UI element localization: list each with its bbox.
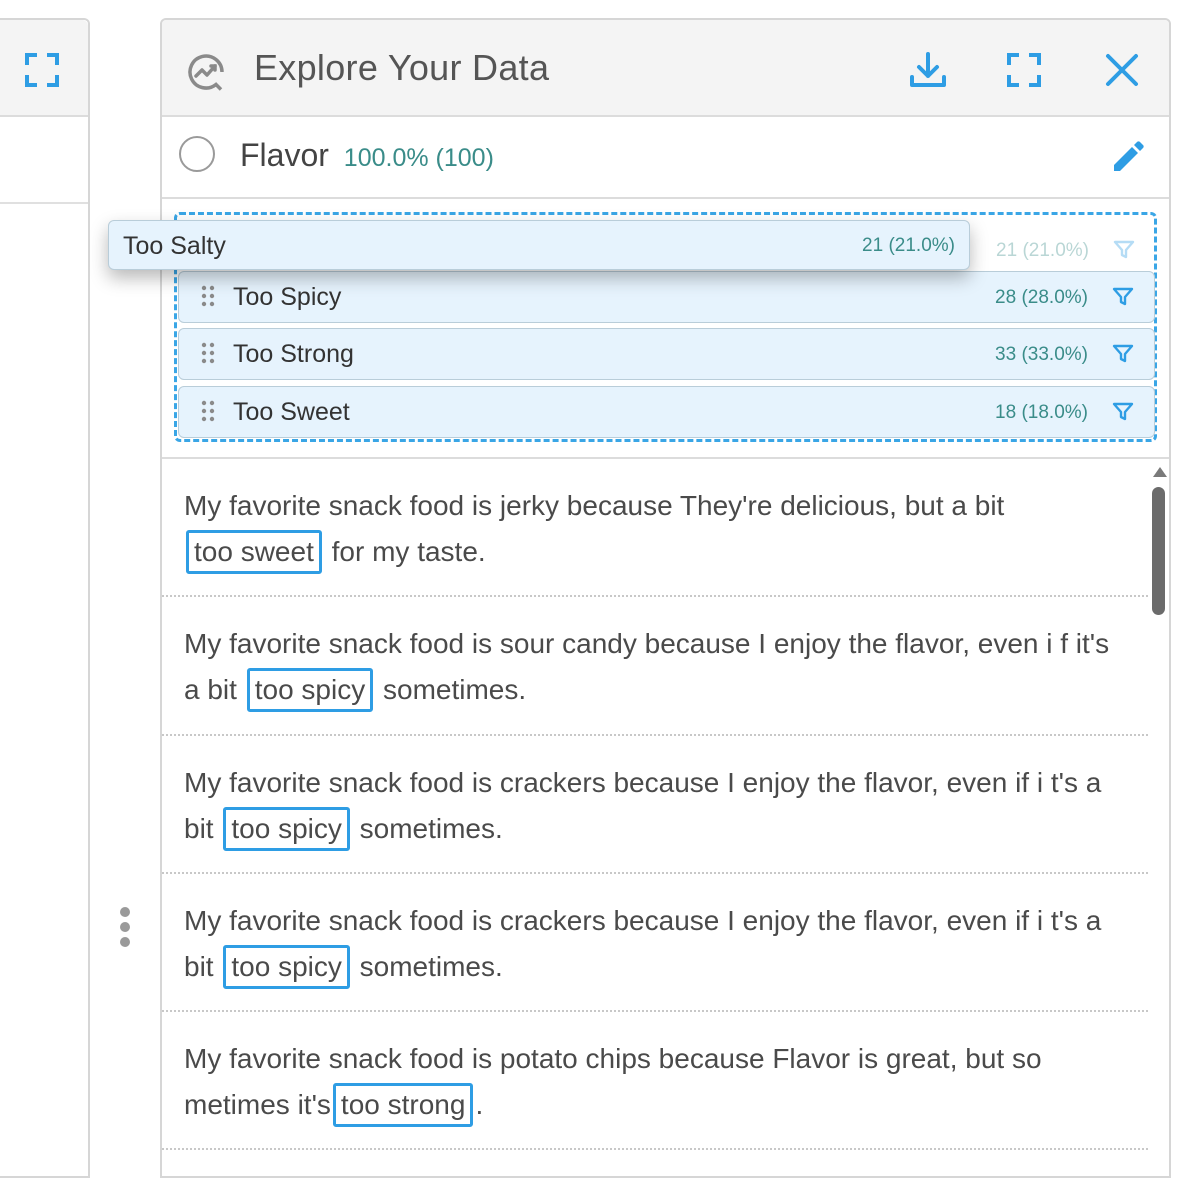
scroll-up-icon[interactable]	[1152, 465, 1168, 477]
response-item: My favorite snack food is jerky because …	[162, 459, 1148, 597]
response-item: My favorite snack food is potato chips b…	[162, 1012, 1148, 1150]
panel-resize-handle-icon[interactable]	[112, 905, 138, 951]
category-label: Too Spicy	[233, 283, 342, 311]
category-item[interactable]: Too Spicy 28 (28.0%)	[178, 271, 1155, 323]
close-icon[interactable]	[1100, 48, 1144, 92]
explore-data-panel: Explore Your Data Flavor 100.0% (100) 21…	[160, 18, 1171, 1178]
category-label: Too Strong	[233, 340, 354, 368]
filter-icon[interactable]	[1112, 286, 1134, 308]
response-text: sometimes.	[359, 813, 503, 844]
response-text: sometimes.	[383, 674, 527, 705]
filter-icon[interactable]	[1113, 239, 1135, 261]
category-label: Too Sweet	[233, 398, 350, 426]
category-label: Too Salty	[123, 232, 226, 260]
field-row: Flavor 100.0% (100)	[162, 117, 1169, 199]
response-highlight[interactable]: too spicy	[223, 807, 350, 851]
response-highlight[interactable]: too strong	[332, 1083, 474, 1127]
category-item[interactable]: Too Strong 33 (33.0%)	[178, 328, 1155, 380]
drag-handle-icon[interactable]	[201, 285, 215, 307]
field-percent-value: 100.0%	[343, 144, 429, 172]
response-text: My favorite snack food is jerky because …	[184, 490, 1005, 521]
category-count: 21 (21.0%)	[996, 240, 1089, 261]
field-percent: 100.0% (100)	[344, 144, 494, 172]
scrollbar-thumb[interactable]	[1152, 487, 1165, 615]
drag-handle-icon[interactable]	[201, 400, 215, 422]
response-item: My favorite snack food is crackers becau…	[162, 736, 1148, 874]
filter-icon[interactable]	[1112, 343, 1134, 365]
category-count: 28 (28.0%)	[995, 287, 1088, 308]
category-item[interactable]: Too Sweet 18 (18.0%)	[178, 386, 1155, 438]
response-list: My favorite snack food is jerky because …	[162, 459, 1169, 1176]
fullscreen-icon[interactable]	[1002, 48, 1046, 92]
fullscreen-icon[interactable]	[22, 50, 62, 90]
response-highlight[interactable]: too sweet	[186, 530, 322, 574]
chart-search-icon	[184, 50, 228, 94]
response-item: My favorite snack food is sour candy bec…	[162, 597, 1148, 736]
left-panel-header	[0, 20, 88, 117]
field-count-value: (100)	[435, 144, 494, 172]
response-highlight[interactable]: too spicy	[246, 668, 374, 712]
response-highlight[interactable]: too spicy	[223, 945, 350, 989]
panel-header: Explore Your Data	[162, 20, 1169, 117]
response-text: My favorite snack food is potato chips b…	[184, 1043, 1042, 1120]
dragging-category-item[interactable]: Too Salty 21 (21.0%)	[108, 220, 970, 270]
filter-icon[interactable]	[1112, 401, 1134, 423]
category-count: 21 (21.0%)	[862, 235, 955, 256]
pencil-icon[interactable]	[1108, 137, 1148, 177]
field-name: Flavor 100.0% (100)	[240, 137, 494, 174]
category-count: 33 (33.0%)	[995, 344, 1088, 365]
category-count: 18 (18.0%)	[995, 402, 1088, 423]
left-panel	[0, 18, 90, 1178]
response-text: .	[475, 1089, 484, 1120]
download-icon[interactable]	[906, 48, 950, 92]
response-item: My favorite snack food is crackers becau…	[162, 874, 1148, 1012]
panel-title: Explore Your Data	[254, 47, 550, 88]
response-text: sometimes.	[359, 951, 503, 982]
drag-handle-icon[interactable]	[201, 342, 215, 364]
field-name-text: Flavor	[240, 137, 329, 173]
left-panel-row	[0, 117, 88, 204]
response-text: for my taste.	[331, 536, 486, 567]
field-radio[interactable]	[179, 136, 215, 172]
